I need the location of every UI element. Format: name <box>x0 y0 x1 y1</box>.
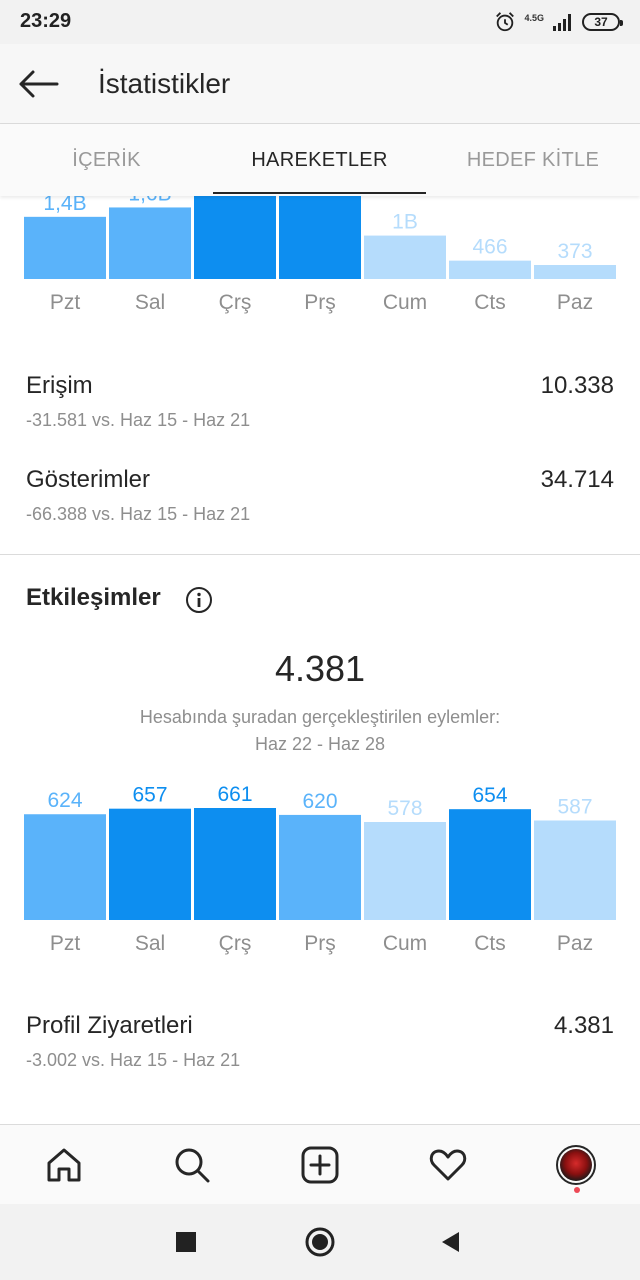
bar-Paz <box>534 820 616 920</box>
impressions-comparison: -66.388 vs. Haz 15 - Haz 21 <box>26 504 251 524</box>
day-label-Cts: Cts <box>474 932 506 955</box>
notification-dot <box>574 1187 580 1193</box>
bar-value-label: 1,4B <box>43 196 86 215</box>
bar-Prş <box>279 814 361 920</box>
network-type: 4.5G <box>524 13 544 23</box>
tab-content[interactable]: İÇERİK <box>0 124 213 196</box>
avatar-image <box>560 1149 592 1181</box>
day-label-Prş: Prş <box>304 932 336 955</box>
day-label-Pzt: Pzt <box>50 291 81 314</box>
bar-value-label: 373 <box>557 240 592 263</box>
bar-value-label: 1B <box>392 211 418 234</box>
bottom-navigation <box>0 1124 640 1204</box>
impressions-value: 34.714 <box>540 466 614 493</box>
status-bar: 23:29 4.5G 37 <box>0 0 640 44</box>
bar-value-label: 661 <box>217 783 252 806</box>
system-home-button[interactable] <box>300 1224 340 1260</box>
bar-Pzt <box>24 814 106 920</box>
heart-icon <box>429 1149 467 1181</box>
bar-Pzt <box>24 216 106 279</box>
bar-Sal <box>109 808 191 920</box>
alarm-clock-icon <box>496 12 515 32</box>
day-label-Cum: Cum <box>383 291 427 314</box>
profile-avatar <box>556 1145 596 1185</box>
bar-value-label: 654 <box>472 784 507 807</box>
bar-value-label: 657 <box>132 784 167 807</box>
bar-Cum <box>364 235 446 279</box>
page-title: İstatistikler <box>98 68 231 99</box>
bar-value-label: 578 <box>387 797 422 820</box>
day-label-Sal: Sal <box>135 932 165 955</box>
day-label-Prş: Prş <box>304 291 336 314</box>
day-label-Cts: Cts <box>474 291 506 314</box>
interactions-bar-chart-svg: 624 Pzt 657 Sal 661 Çrş 620 Prş 578 Cum 654 Cts 587 P… <box>24 783 616 955</box>
interactions-description: Hesabında şuradan gerçekleştirilen eylem… <box>139 707 501 727</box>
impressions-bar-chart-svg: 1,4B Pzt 1,6B Sal Çrş Prş 1B Cum 466 Cts 373 Paz <box>24 196 616 314</box>
nav-home-button[interactable] <box>38 1139 90 1191</box>
interactions-date-range: Haz 22 - Haz 28 <box>254 734 386 754</box>
interactions-title: Etkileşimler <box>26 584 161 611</box>
add-post-icon <box>301 1146 339 1184</box>
tab-activity[interactable]: HAREKETLER <box>213 124 426 196</box>
day-label-Pzt: Pzt <box>50 932 81 955</box>
back-arrow-icon <box>19 70 59 98</box>
home-circle-icon <box>305 1227 335 1257</box>
nav-activity-button[interactable] <box>422 1139 474 1191</box>
profile-visits-value: 4.381 <box>553 1012 614 1039</box>
bar-value-label: 624 <box>47 789 82 812</box>
status-time: 23:29 <box>20 10 72 32</box>
bar-Cum <box>364 822 446 920</box>
nav-profile-button[interactable] <box>550 1139 602 1193</box>
section-divider <box>0 554 640 555</box>
impressions-label: Gösterimler <box>26 466 151 493</box>
battery-icon: 37 <box>582 13 623 31</box>
app-header: İstatistikler <box>0 44 640 124</box>
day-label-Paz: Paz <box>557 932 593 955</box>
bar-Prş <box>279 196 361 279</box>
status-icons: 4.5G 37 <box>494 10 623 34</box>
bar-value-label: 587 <box>557 795 592 818</box>
tab-audience[interactable]: HEDEF KİTLE <box>426 124 640 196</box>
reach-label: Erişim <box>26 372 93 399</box>
insights-content[interactable]: 1,4B Pzt 1,6B Sal Çrş Prş 1B Cum 466 Cts 373 Paz Er… <box>0 196 640 1124</box>
profile-visits-comparison: -3.002 vs. Haz 15 - Haz 21 <box>26 1050 241 1070</box>
bar-Cts <box>449 809 531 920</box>
info-icon[interactable] <box>185 586 213 614</box>
reach-row: Erişim 10.338 -31.581 vs. Haz 15 - Haz 2… <box>26 372 614 452</box>
interactions-total: 4.381 <box>274 648 366 689</box>
day-label-Çrş: Çrş <box>219 932 252 955</box>
battery-level: 37 <box>594 15 608 29</box>
reach-value: 10.338 <box>540 372 614 399</box>
nav-new-post-button[interactable] <box>294 1139 346 1191</box>
day-label-Paz: Paz <box>557 291 593 314</box>
reach-comparison: -31.581 vs. Haz 15 - Haz 21 <box>26 410 251 430</box>
nav-search-button[interactable] <box>166 1139 218 1191</box>
bar-Çrş <box>194 808 276 920</box>
bar-value-label: 466 <box>472 236 507 259</box>
back-triangle-icon <box>442 1232 459 1252</box>
bar-value-label: 620 <box>302 790 337 813</box>
search-icon <box>175 1148 210 1183</box>
system-navigation <box>0 1204 640 1280</box>
home-icon <box>47 1148 81 1182</box>
day-label-Çrş: Çrş <box>219 291 252 314</box>
recents-icon <box>176 1232 196 1252</box>
system-back-button[interactable] <box>430 1224 470 1260</box>
bar-Cts <box>449 260 531 279</box>
day-label-Sal: Sal <box>135 291 165 314</box>
recents-button[interactable] <box>166 1224 206 1260</box>
bar-Çrş <box>194 196 276 279</box>
bar-value-label: 1,6B <box>128 196 171 205</box>
interactions-bar-chart: 624 Pzt 657 Sal 661 Çrş 620 Prş 578 Cum 654 Cts 587 P… <box>0 770 640 970</box>
bar-Sal <box>109 207 191 279</box>
back-button[interactable] <box>14 62 62 106</box>
tab-bar: İÇERİK HAREKETLER HEDEF KİTLE <box>0 124 640 196</box>
bar-Paz <box>534 265 616 279</box>
profile-visits-row: Profil Ziyaretleri 4.381 -3.002 vs. Haz … <box>26 1012 614 1092</box>
impressions-bar-chart: 1,4B Pzt 1,6B Sal Çrş Prş 1B Cum 466 Cts 373 Paz <box>0 196 640 326</box>
profile-visits-label: Profil Ziyaretleri <box>26 1012 193 1039</box>
day-label-Cum: Cum <box>383 932 427 955</box>
signal-icon <box>553 14 571 31</box>
impressions-row: Gösterimler 34.714 -66.388 vs. Haz 15 - … <box>26 466 614 546</box>
